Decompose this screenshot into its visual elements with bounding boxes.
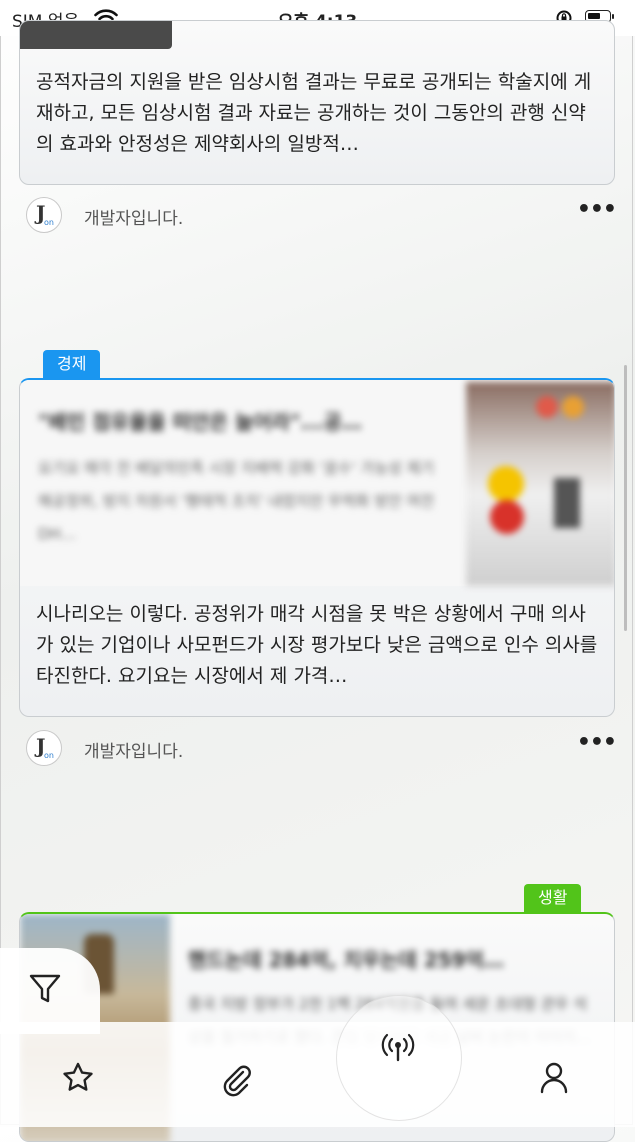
post-card[interactable]: 공적자금의 지원을 받은 임상시험 결과는 무료로 공개되는 학술지에 게재하고… [19, 20, 615, 185]
more-options-icon[interactable]: ••• [577, 197, 617, 222]
author-row[interactable]: Jon 개발자입니다. ••• [26, 197, 617, 233]
post-card[interactable]: "배민 점유율을 떠안은 늘어라"...공… 요기요 매각 전 배달의민족 시장… [19, 378, 615, 717]
filter-button[interactable] [0, 948, 100, 1034]
category-tag[interactable]: 경제 [43, 350, 101, 378]
scrollbar[interactable] [624, 365, 627, 631]
preview-description: 요기요 매각 전 배달의민족 시장 지배력 강화 '꿈수' 가능성 제기해공정위… [38, 459, 435, 543]
post-body: 공적자금의 지원을 받은 임상시험 결과는 무료로 공개되는 학술지에 게재하고… [36, 71, 592, 155]
profile-person-icon[interactable] [534, 1058, 574, 1098]
link-preview[interactable]: "배민 점유율을 떠안은 늘어라"...공… 요기요 매각 전 배달의민족 시장… [20, 380, 614, 586]
author-name: 개발자입니다. [84, 742, 184, 762]
filter-funnel-icon [29, 974, 61, 1003]
live-broadcast-button[interactable] [336, 995, 462, 1121]
avatar: Jon [26, 730, 62, 766]
author-row[interactable]: Jon 개발자입니다. ••• [26, 730, 617, 766]
category-tag[interactable]: 생활 [524, 884, 582, 912]
broadcast-antenna-icon [381, 1033, 415, 1062]
post-thumbnail [20, 21, 172, 49]
favorites-star-icon[interactable] [58, 1058, 98, 1098]
author-name: 개발자입니다. [84, 209, 184, 229]
preview-title: 핸드논데 284억, 치우는데 259억… [188, 948, 504, 972]
avatar: Jon [26, 197, 62, 233]
preview-title: "배민 점유율을 떠안은 늘어라"...공… [38, 410, 362, 434]
more-options-icon[interactable]: ••• [577, 730, 617, 755]
attachment-clip-icon[interactable] [216, 1058, 256, 1098]
post-body: 시나리오는 이렇다. 공정위가 매각 시점을 못 박은 상황에서 구매 의사가 … [36, 603, 598, 687]
preview-image [466, 382, 614, 586]
bottom-tab-bar [0, 1022, 635, 1127]
